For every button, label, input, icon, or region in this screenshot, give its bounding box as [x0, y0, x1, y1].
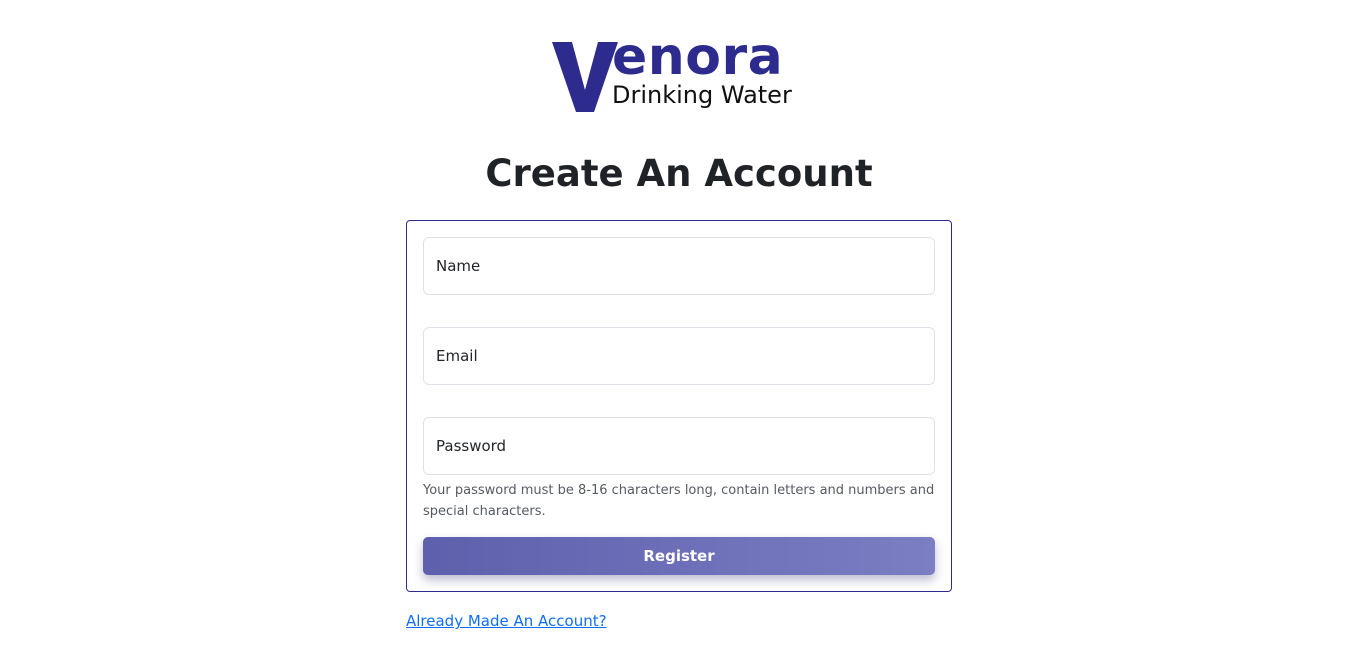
logo-tagline: Drinking Water: [612, 81, 792, 109]
email-input[interactable]: [423, 327, 935, 385]
logo-wordmark: enora: [612, 27, 784, 87]
page-title: Create An Account: [485, 152, 873, 195]
register-page: enora Drinking Water Create An Account Y…: [0, 0, 1358, 650]
name-input[interactable]: [423, 237, 935, 295]
register-form: Your password must be 8-16 characters lo…: [406, 220, 952, 592]
password-input[interactable]: [423, 417, 935, 475]
password-hint: Your password must be 8-16 characters lo…: [423, 483, 935, 519]
already-have-account-link[interactable]: Already Made An Account?: [406, 610, 607, 632]
brand-logo: enora Drinking Water: [552, 31, 807, 116]
logo-v-mark: [552, 42, 618, 112]
register-button[interactable]: Register: [423, 537, 935, 575]
